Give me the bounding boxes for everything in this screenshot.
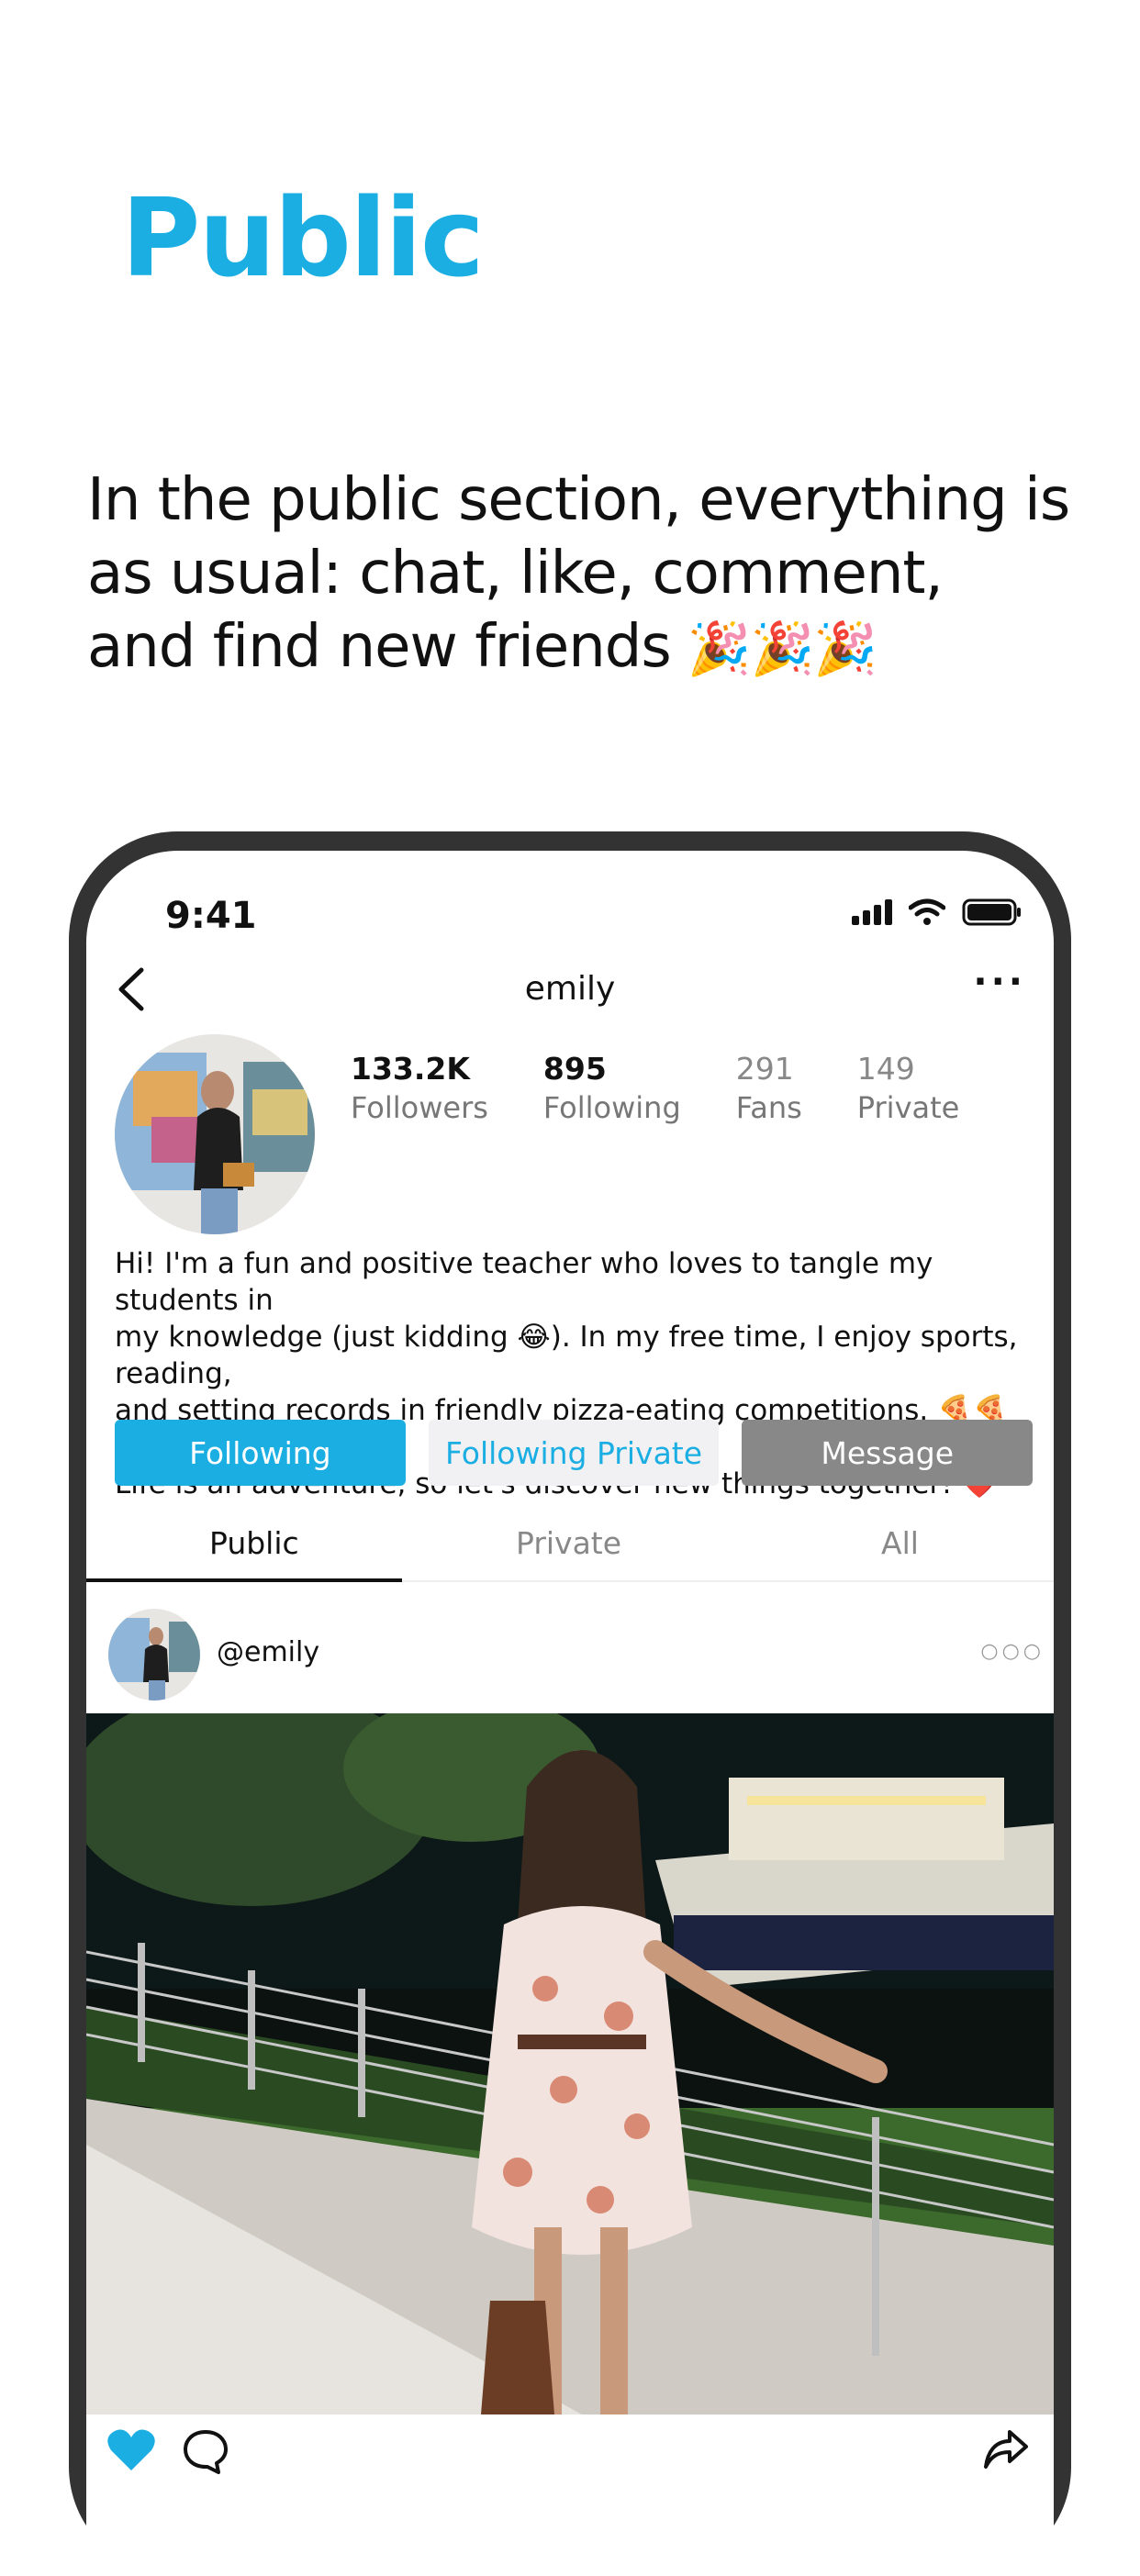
more-icon[interactable]: ···: [973, 961, 1026, 1003]
hero-line-2: as usual: chat, like, comment,: [87, 540, 944, 608]
post-photo[interactable]: [86, 1713, 1054, 2414]
phone-screen: 9:41 emily ··· 133.2K Followers 895 Foll…: [86, 851, 1054, 2576]
hero-title: Public: [121, 174, 485, 301]
profile-avatar[interactable]: [115, 1034, 315, 1234]
message-button[interactable]: Message: [742, 1420, 1034, 1486]
bio-line: my knowledge (just kidding 😂). In my fre…: [115, 1321, 1018, 1390]
heart-icon[interactable]: [106, 2428, 156, 2472]
stat-label: Private: [856, 1090, 960, 1125]
party-emoji: 🎉🎉🎉: [687, 619, 877, 679]
stat-value: 895: [542, 1051, 607, 1087]
stat-label: Following: [542, 1090, 681, 1125]
profile-stats: 133.2K Followers 895 Following 291 Fans …: [351, 1051, 1014, 1125]
comment-icon[interactable]: [182, 2428, 229, 2474]
post-username[interactable]: @emily: [217, 1636, 319, 1668]
following-button[interactable]: Following: [115, 1420, 406, 1486]
share-icon[interactable]: [982, 2428, 1030, 2470]
wifi-icon: [909, 898, 945, 925]
hero-line-1: In the public section, everything is: [87, 466, 1070, 534]
status-time: 9:41: [165, 895, 257, 937]
signal-icon: [852, 899, 892, 925]
hero-line-3: and find new friends 🎉🎉🎉: [87, 610, 1079, 686]
post-more-icon[interactable]: ○○○: [980, 1640, 1045, 1663]
hero-description: In the public section, everything is as …: [87, 463, 1079, 686]
profile-username-title: emily: [524, 970, 616, 1008]
tab-all[interactable]: All: [881, 1525, 919, 1561]
battery-icon: [962, 898, 1021, 926]
tab-private[interactable]: Private: [516, 1525, 621, 1561]
stat-fans[interactable]: 291 Fans: [736, 1051, 802, 1125]
profile-actions: Following Following Private Message: [115, 1420, 1034, 1486]
stat-following[interactable]: 895 Following: [543, 1051, 681, 1125]
stat-followers[interactable]: 133.2K Followers: [351, 1051, 488, 1125]
phone-frame: 9:41 emily ··· 133.2K Followers 895 Foll…: [69, 831, 1071, 2576]
active-tab-indicator: [86, 1578, 402, 1582]
stat-label: Fans: [735, 1090, 802, 1125]
tab-public[interactable]: Public: [209, 1525, 299, 1561]
bio-line: Hi! I'm a fun and positive teacher who l…: [115, 1247, 933, 1317]
hero-line-3-text: and find new friends: [87, 613, 672, 681]
content-tabs: Public Private All: [86, 1507, 1054, 1582]
post-actions: [86, 2415, 1054, 2489]
post-header: @emily ○○○: [86, 1603, 1054, 1704]
stat-value: 291: [735, 1051, 794, 1087]
status-icons: [852, 898, 1023, 926]
stat-value: 133.2K: [351, 1051, 470, 1087]
stat-private[interactable]: 149 Private: [857, 1051, 960, 1125]
stat-value: 149: [856, 1051, 915, 1087]
post-avatar[interactable]: [108, 1609, 200, 1701]
following-private-button[interactable]: Following Private: [428, 1420, 720, 1486]
stat-label: Followers: [351, 1090, 488, 1125]
